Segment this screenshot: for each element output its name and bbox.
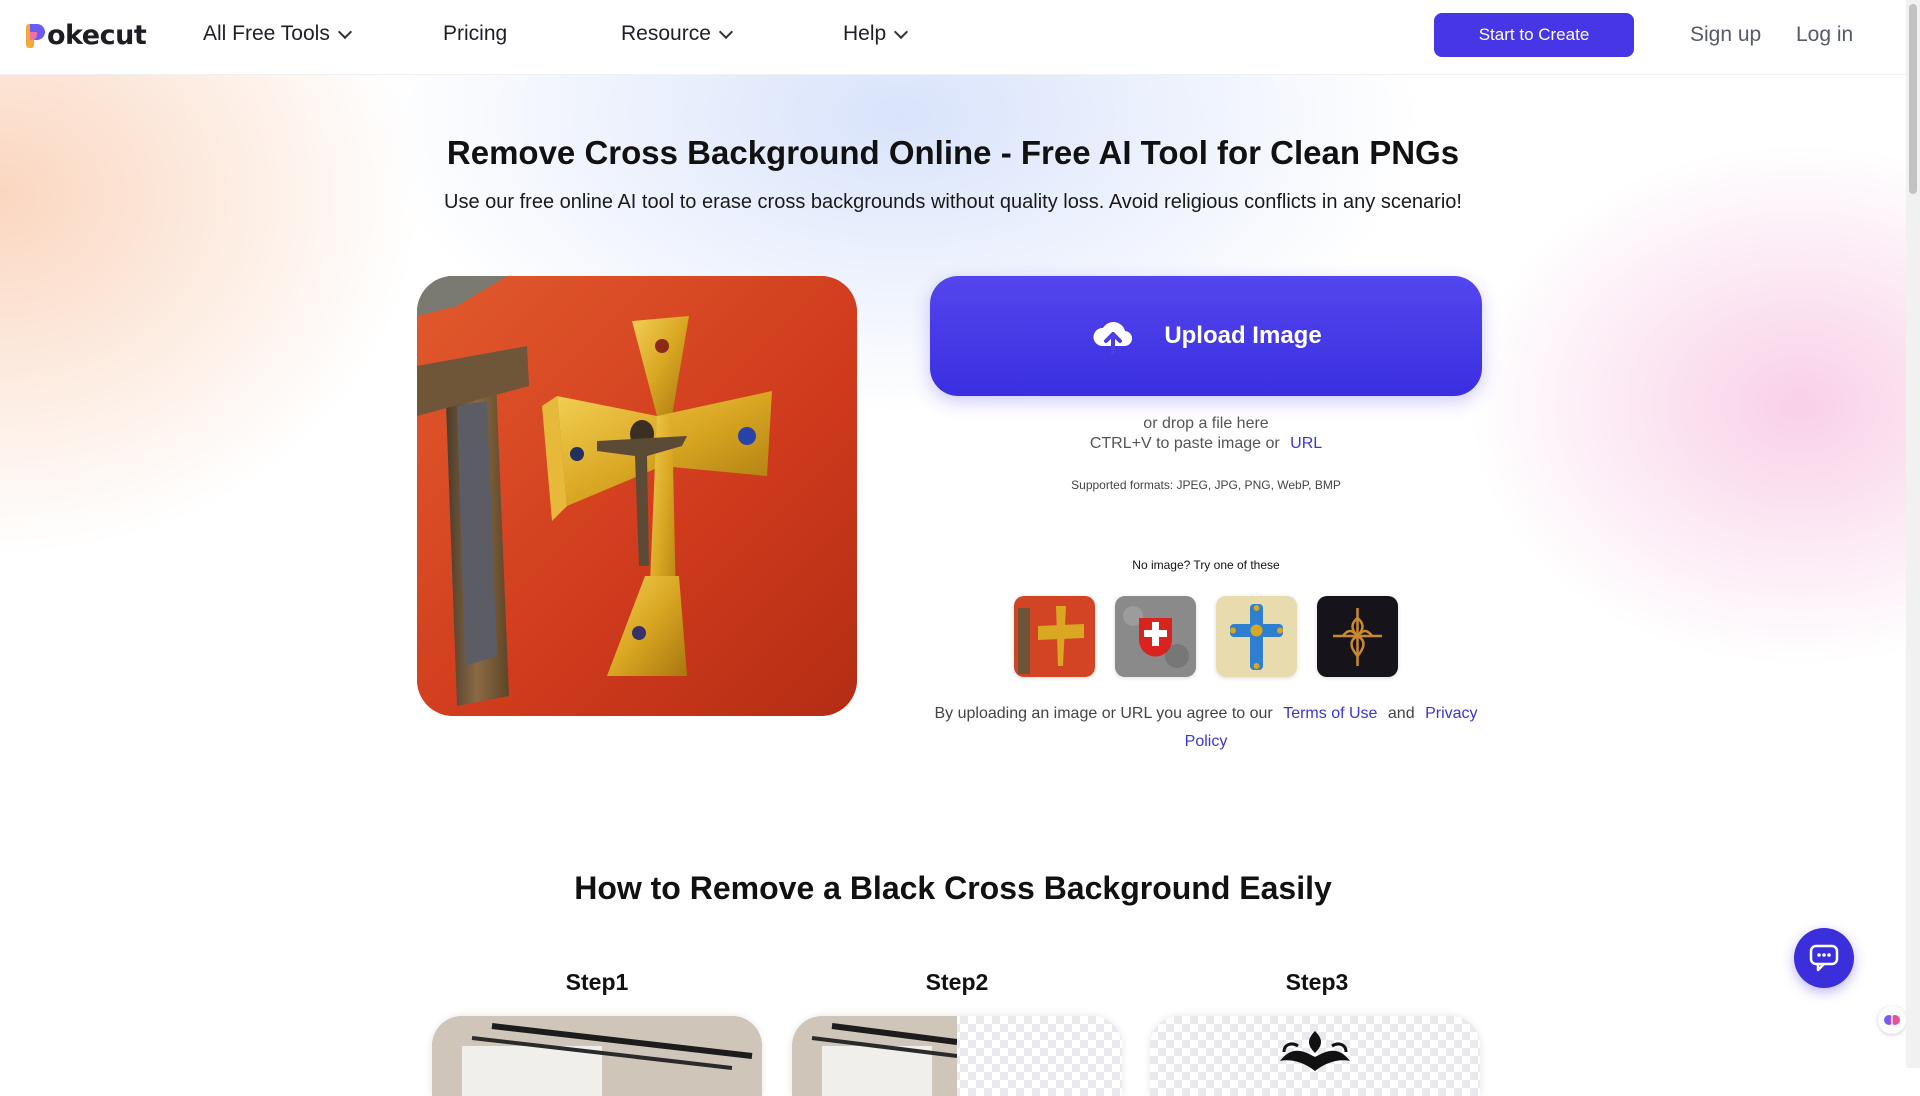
url-link[interactable]: URL [1290, 435, 1322, 452]
terms-notice: By uploading an image or URL you agree t… [930, 700, 1482, 756]
start-to-create-button[interactable]: Start to Create [1434, 13, 1634, 57]
page-title: Remove Cross Background Online - Free AI… [446, 134, 1460, 171]
step-1-photo-illustration [432, 1016, 762, 1096]
terms-and: and [1387, 705, 1415, 722]
pokecut-logo-icon [26, 23, 45, 48]
nav-help[interactable]: Help [843, 22, 909, 46]
log-in-link[interactable]: Log in [1796, 23, 1853, 47]
nav-pricing[interactable]: Pricing [443, 22, 507, 46]
logo-text: okecut [47, 20, 147, 51]
gold-crucifix-sample-icon [1014, 596, 1095, 677]
blue-cross-sample-icon [1216, 596, 1297, 677]
nav-all-free-tools[interactable]: All Free Tools [203, 22, 352, 46]
scrollbar-thumb[interactable] [1909, 4, 1917, 194]
how-to-title: How to Remove a Black Cross Background E… [574, 870, 1332, 906]
logo[interactable]: okecut [24, 20, 147, 51]
crucifix-photo-illustration [417, 276, 857, 716]
step-1-image [432, 1016, 762, 1096]
swiss-cross-sample-icon [1115, 596, 1196, 677]
step-2-photo-illustration [792, 1016, 957, 1096]
sign-up-link[interactable]: Sign up [1690, 23, 1761, 47]
sample-image-ornate-cross[interactable] [1317, 596, 1398, 677]
supported-formats: Supported formats: JPEG, JPG, PNG, WebP,… [1071, 478, 1341, 492]
chat-support-button[interactable] [1794, 928, 1854, 988]
chat-bubble-icon [1809, 944, 1839, 972]
privacy-link-part-1[interactable]: Privacy [1425, 705, 1477, 722]
preview-image [417, 276, 857, 716]
step-1-label: Step1 [565, 969, 629, 995]
nav-resource[interactable]: Resource [621, 22, 733, 46]
upload-image-label: Upload Image [1164, 322, 1322, 349]
assistant-brain-button[interactable] [1878, 1006, 1906, 1034]
sample-images-label: No image? Try one of these [1132, 558, 1280, 572]
step-3-label: Step3 [1285, 969, 1349, 995]
upload-image-button[interactable]: Upload Image [930, 276, 1482, 396]
step-3-image [1150, 1016, 1480, 1096]
paste-hint-text: CTRL+V to paste image or [1089, 435, 1280, 452]
cutout-ornament-icon [1280, 1031, 1350, 1071]
nav-pricing-label: Pricing [443, 22, 508, 45]
sample-image-gold-crucifix[interactable] [1014, 596, 1095, 677]
terms-prefix: By uploading an image or URL you agree t… [934, 705, 1273, 722]
chevron-down-icon [337, 24, 352, 39]
chevron-down-icon [894, 24, 909, 39]
nav-all-free-tools-label: All Free Tools [203, 22, 330, 45]
nav-help-label: Help [843, 22, 887, 45]
step-2-label: Step2 [925, 969, 989, 995]
chevron-down-icon [718, 24, 733, 39]
paste-hint: CTRL+V to paste image or URL [930, 435, 1482, 453]
drop-hint: or drop a file here [1143, 415, 1269, 432]
page-subtitle: Use our free online AI tool to erase cro… [444, 191, 1462, 213]
nav-resource-label: Resource [621, 22, 711, 45]
sample-image-swiss-cross[interactable] [1115, 596, 1196, 677]
sample-images [1014, 596, 1398, 677]
step-2-image [792, 1016, 1122, 1096]
cloud-upload-icon [1093, 322, 1133, 355]
brain-icon [1884, 1015, 1900, 1025]
privacy-link-part-2[interactable]: Policy [1185, 733, 1228, 750]
top-navbar: okecut All Free Tools Pricing Resource H… [0, 0, 1906, 75]
terms-of-use-link[interactable]: Terms of Use [1283, 705, 1377, 722]
ornate-black-cross-sample-icon [1317, 596, 1398, 677]
sample-image-blue-cross[interactable] [1216, 596, 1297, 677]
